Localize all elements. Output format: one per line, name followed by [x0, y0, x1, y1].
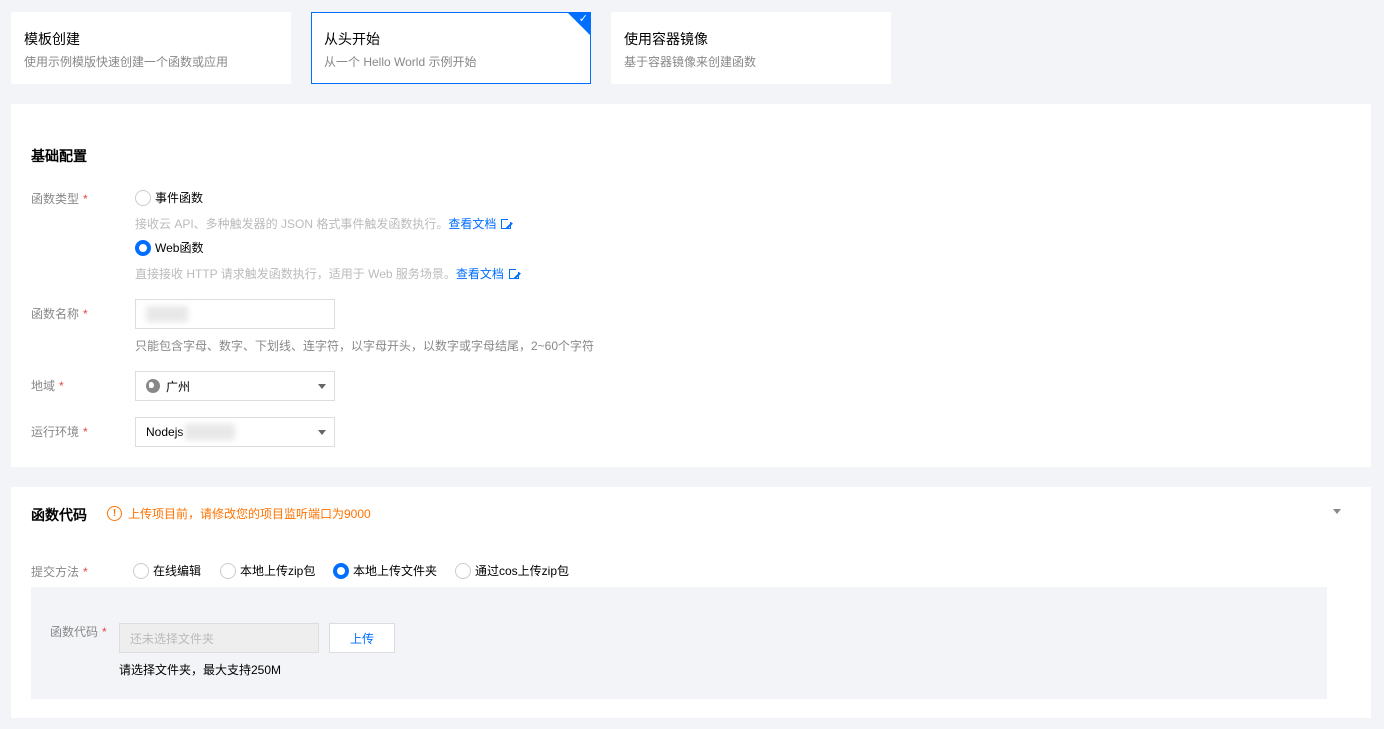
doc-link[interactable]: 查看文档	[448, 217, 514, 231]
label-text: 运行环境	[31, 425, 80, 439]
doc-link[interactable]: 查看文档	[456, 267, 521, 281]
radio-online-edit[interactable]: 在线编辑	[133, 563, 201, 579]
radio-label: 本地上传zip包	[240, 564, 316, 578]
label-text: 函数代码	[50, 625, 99, 639]
collapse-icon[interactable]	[1333, 509, 1341, 514]
runtime-value: Nodejs	[146, 425, 184, 439]
region-label: 地域 *	[31, 377, 64, 395]
radio-circle[interactable]	[455, 563, 471, 579]
upload-tip: 请选择文件夹，最大支持250M	[119, 663, 282, 677]
template-card-template[interactable]: 模板创建 使用示例模版快速创建一个函数或应用	[11, 12, 291, 84]
card-desc: 从一个 Hello World 示例开始	[324, 55, 477, 69]
radio-event-func[interactable]: 事件函数	[135, 190, 203, 206]
card-desc: 使用示例模版快速创建一个函数或应用	[24, 55, 229, 69]
runtime-select[interactable]: Nodejs	[135, 417, 335, 447]
redacted-value	[146, 306, 188, 322]
card-title: 从头开始	[324, 31, 380, 47]
label-text: 地域	[31, 379, 56, 393]
panel-title: 基础配置	[31, 148, 87, 164]
radio-circle[interactable]	[220, 563, 236, 579]
panel-title: 函数代码	[31, 507, 87, 523]
globe-icon	[146, 379, 160, 393]
radio-circle[interactable]	[333, 563, 349, 579]
doc-link-text[interactable]: 查看文档	[456, 267, 504, 281]
func-code-label: 函数代码 *	[50, 623, 107, 641]
radio-label: 本地上传文件夹	[353, 564, 438, 578]
web-func-hint: 直接接收 HTTP 请求触发函数执行，适用于 Web 服务场景。查看文档	[135, 265, 521, 283]
radio-label: 通过cos上传zip包	[475, 564, 570, 578]
region-select[interactable]: 广州	[135, 371, 335, 401]
label-text: 函数类型	[31, 192, 80, 206]
required-mark: *	[83, 565, 88, 579]
required-mark: *	[83, 192, 88, 206]
radio-circle[interactable]	[135, 240, 151, 256]
radio-label: 在线编辑	[153, 564, 202, 578]
required-mark: *	[59, 379, 64, 393]
check-icon: ✓	[578, 13, 588, 25]
radio-cos-zip[interactable]: 通过cos上传zip包	[455, 563, 569, 579]
func-name-input[interactable]	[135, 299, 335, 329]
card-title: 使用容器镜像	[624, 31, 708, 47]
template-card-container[interactable]: 使用容器镜像 基于容器镜像来创建函数	[611, 12, 891, 84]
radio-circle[interactable]	[133, 563, 149, 579]
upload-button[interactable]: 上传	[329, 623, 395, 653]
radio-circle[interactable]	[135, 190, 151, 206]
port-warning: ! 上传项目前，请修改您的项目监听端口为9000	[107, 505, 371, 522]
radio-label: Web函数	[155, 241, 204, 255]
doc-link-text[interactable]: 查看文档	[448, 217, 496, 231]
folder-path-input[interactable]: 还未选择文件夹	[119, 623, 319, 653]
card-title: 模板创建	[24, 31, 80, 47]
func-name-hint: 只能包含字母、数字、下划线、连字符，以字母开头，以数字或字母结尾，2~60个字符	[135, 339, 595, 353]
basic-config-panel: 基础配置 函数类型 * 事件函数 接收云 API、多种触发器的 JSON 格式事件…	[11, 104, 1371, 467]
redacted-version	[185, 424, 236, 440]
func-name-label: 函数名称 *	[31, 305, 88, 323]
func-type-label: 函数类型 *	[31, 190, 88, 208]
event-func-hint: 接收云 API、多种触发器的 JSON 格式事件触发函数执行。查看文档	[135, 215, 514, 233]
radio-local-zip[interactable]: 本地上传zip包	[220, 563, 315, 579]
required-mark: *	[102, 625, 107, 639]
radio-local-folder[interactable]: 本地上传文件夹	[333, 563, 437, 579]
chevron-down-icon	[318, 430, 326, 435]
upload-area: 函数代码 * 还未选择文件夹 上传 请选择文件夹，最大支持250M	[31, 587, 1327, 699]
func-code-panel: 函数代码 ! 上传项目前，请修改您的项目监听端口为9000 提交方法 * 在线编辑…	[11, 487, 1371, 718]
hint-text: 直接接收 HTTP 请求触发函数执行，适用于 Web 服务场景。	[135, 267, 456, 281]
card-desc: 基于容器镜像来创建函数	[624, 55, 757, 69]
external-link-icon	[508, 267, 521, 279]
chevron-down-icon	[318, 384, 326, 389]
warning-text: 上传项目前，请修改您的项目监听端口为9000	[128, 507, 371, 521]
label-text: 函数名称	[31, 307, 80, 321]
required-mark: *	[83, 425, 88, 439]
region-value: 广州	[166, 379, 191, 394]
radio-web-func[interactable]: Web函数	[135, 240, 203, 256]
template-card-scratch[interactable]: 从头开始 从一个 Hello World 示例开始 ✓	[311, 12, 591, 84]
warning-icon: !	[107, 506, 122, 521]
hint-text: 接收云 API、多种触发器的 JSON 格式事件触发函数执行。	[135, 217, 449, 231]
external-link-icon	[501, 217, 514, 229]
label-text: 提交方法	[31, 565, 80, 579]
runtime-label: 运行环境 *	[31, 423, 88, 441]
radio-label: 事件函数	[155, 191, 204, 205]
required-mark: *	[83, 307, 88, 321]
submit-method-label: 提交方法 *	[31, 563, 88, 581]
